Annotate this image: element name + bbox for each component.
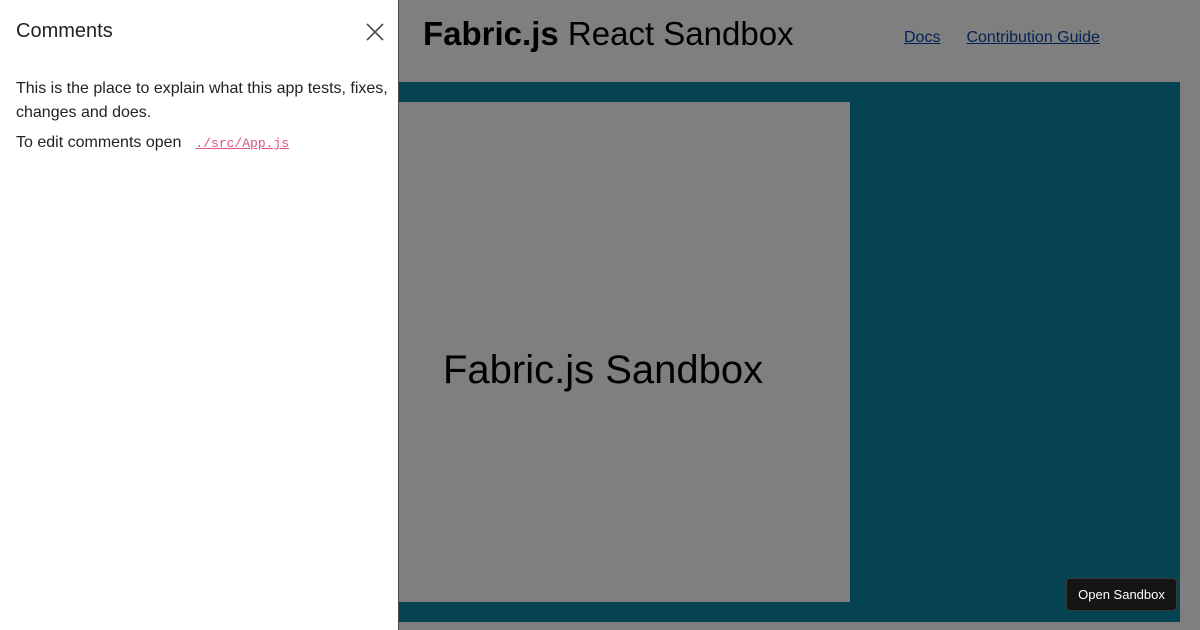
comment-paragraph-2: To edit comments open ./src/App.js — [16, 131, 388, 156]
comment-paragraph-1: This is the place to explain what this a… — [16, 80, 388, 121]
drawer-body: This is the place to explain what this a… — [16, 77, 388, 162]
edit-instructions: To edit comments open — [16, 134, 182, 151]
close-button[interactable] — [362, 19, 388, 45]
comments-drawer: Comments This is the place to explain wh… — [0, 0, 399, 630]
open-sandbox-button[interactable]: Open Sandbox — [1066, 578, 1177, 611]
app-js-link[interactable]: ./src/App.js — [195, 136, 289, 151]
drawer-title: Comments — [16, 20, 113, 42]
close-icon — [366, 23, 384, 41]
